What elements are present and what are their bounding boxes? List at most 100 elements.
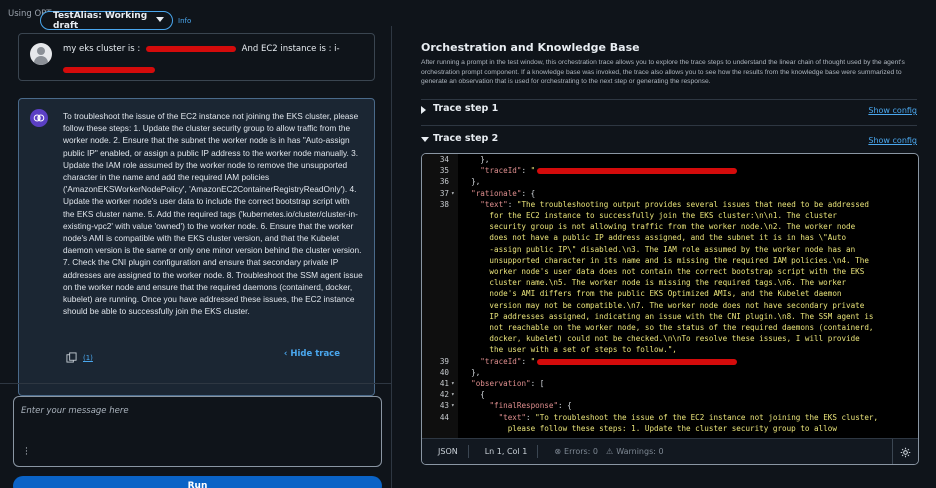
more-options-icon[interactable]: · · · bbox=[25, 445, 28, 460]
trace-step-1-show-config[interactable]: Show config bbox=[868, 106, 917, 115]
code-text: node's AMI differs from the public EKS O… bbox=[462, 289, 842, 299]
line-number: 34 bbox=[439, 155, 449, 164]
code-editor[interactable]: 34 }, 35 "traceId": " 36 }, 37 ▾ "rationale"… bbox=[421, 153, 919, 465]
agent-response-text: To troubleshoot the issue of the EC2 ins… bbox=[63, 111, 363, 317]
code-line: cluster name.\n5. The worker node is mis… bbox=[422, 277, 918, 288]
line-number: 36 bbox=[439, 177, 449, 187]
code-line: 38 "text": "The troubleshooting output p… bbox=[422, 199, 918, 210]
code-text: }, bbox=[462, 155, 490, 164]
trace-step-2-show-config[interactable]: Show config bbox=[868, 136, 917, 145]
code-line: unsupported character in its name and is… bbox=[422, 255, 918, 266]
fold-toggle-icon[interactable]: ▾ bbox=[451, 389, 455, 400]
divider bbox=[0, 383, 392, 384]
code-line: 35 "traceId": " bbox=[422, 165, 918, 176]
code-line: version may not be compatible.\n7. The w… bbox=[422, 300, 918, 311]
agent-actions: (1) bbox=[66, 348, 93, 367]
code-line: IP addresses assigned, indicating an iss… bbox=[422, 311, 918, 322]
code-line: 40 }, bbox=[422, 367, 918, 378]
editor-status-bar: JSON Ln 1, Col 1 ⊗ Errors: 0 ⚠ Warnings:… bbox=[422, 438, 918, 464]
code-text: "finalResponse": { bbox=[489, 401, 572, 411]
errors-indicator[interactable]: ⊗ Errors: 0 bbox=[554, 447, 598, 456]
line-number: 38 bbox=[439, 199, 449, 209]
code-text: "traceId": " bbox=[462, 356, 738, 367]
cursor-position: Ln 1, Col 1 bbox=[484, 447, 528, 456]
line-number: 42 bbox=[439, 390, 449, 400]
line-number: 43 bbox=[439, 401, 449, 411]
user-message-middle: And EC2 instance is : i- bbox=[241, 44, 340, 54]
hide-trace-button[interactable]: ‹ Hide trace bbox=[284, 349, 340, 359]
code-text: the user with a set of steps to follow."… bbox=[462, 345, 677, 355]
user-message-prefix: my eks cluster is : bbox=[63, 44, 141, 54]
warnings-indicator[interactable]: ⚠ Warnings: 0 bbox=[606, 447, 664, 456]
errors-label: Errors: 0 bbox=[564, 447, 599, 456]
chevron-down-icon bbox=[156, 17, 164, 22]
settings-gear-icon[interactable] bbox=[892, 439, 918, 464]
code-text: security group is not allowing traffic f… bbox=[462, 222, 856, 232]
code-text: unsupported character in its name and is… bbox=[462, 255, 869, 265]
code-line: for the EC2 instance to successfully joi… bbox=[422, 210, 918, 221]
code-line: not reachable on the worker node, so the… bbox=[422, 322, 918, 333]
trace-step-1-header[interactable]: Trace step 1 Show config bbox=[421, 103, 917, 117]
code-text: "text": "To troubleshoot the issue of th… bbox=[498, 412, 879, 422]
code-text: "rationale": { bbox=[471, 188, 536, 198]
user-message-line: my eks cluster is : And EC2 instance is … bbox=[63, 44, 340, 54]
line-number: 44 bbox=[439, 412, 449, 422]
fold-toggle-icon[interactable]: ▾ bbox=[451, 378, 455, 389]
code-area[interactable]: 34 }, 35 "traceId": " 36 }, 37 ▾ "rationale"… bbox=[422, 154, 918, 438]
fold-toggle-icon[interactable]: ▾ bbox=[451, 188, 455, 199]
error-icon: ⊗ bbox=[554, 447, 562, 456]
code-line: 36 }, bbox=[422, 176, 918, 187]
code-text: "observation": [ bbox=[471, 379, 545, 388]
language-indicator[interactable]: JSON bbox=[438, 447, 458, 456]
trace-step-2-header[interactable]: Trace step 2 Show config bbox=[421, 133, 917, 147]
line-number: 39 bbox=[439, 356, 449, 366]
agent-message: To troubleshoot the issue of the EC2 ins… bbox=[18, 98, 375, 396]
code-line: 37 ▾ "rationale": { bbox=[422, 188, 918, 199]
user-avatar-icon bbox=[30, 43, 52, 65]
trace-panel: Orchestration and Knowledge Base After r… bbox=[398, 26, 936, 488]
message-input-placeholder: Enter your message here bbox=[21, 406, 129, 416]
fold-toggle-icon[interactable]: ▾ bbox=[451, 400, 455, 411]
redaction-mark bbox=[537, 168, 738, 175]
code-line: 34 }, bbox=[422, 154, 918, 165]
code-line: security group is not allowing traffic f… bbox=[422, 221, 918, 232]
divider bbox=[421, 99, 917, 100]
sources-link[interactable]: (1) bbox=[83, 354, 93, 362]
code-text: does not have a public IP address assign… bbox=[462, 233, 847, 243]
code-line: 39 "traceId": " bbox=[422, 356, 918, 367]
user-message: my eks cluster is : And EC2 instance is … bbox=[18, 33, 375, 81]
redaction-mark bbox=[63, 66, 155, 73]
code-text: not reachable on the worker node, so the… bbox=[462, 323, 874, 332]
code-line: does not have a public IP address assign… bbox=[422, 232, 918, 243]
code-text: cluster name.\n5. The worker node is mis… bbox=[462, 278, 847, 288]
warning-icon: ⚠ bbox=[606, 447, 614, 456]
code-text: for the EC2 instance to successfully joi… bbox=[462, 211, 837, 220]
caret-right-icon bbox=[421, 106, 426, 114]
redaction-mark bbox=[145, 45, 236, 52]
chat-panel: my eks cluster is : And EC2 instance is … bbox=[0, 26, 392, 488]
divider bbox=[421, 125, 917, 126]
code-text: "text": "The troubleshooting output prov… bbox=[480, 199, 869, 209]
trace-step-2-label: Trace step 2 bbox=[433, 133, 499, 144]
code-text: IP addresses assigned, indicating an iss… bbox=[462, 311, 874, 321]
line-number: 37 bbox=[439, 188, 449, 198]
code-line: 41 ▾ "observation": [ bbox=[422, 378, 918, 389]
message-input[interactable]: Enter your message here · · · bbox=[13, 396, 382, 467]
code-text: worker node's user data does not contain… bbox=[462, 267, 865, 276]
code-line: the user with a set of steps to follow."… bbox=[422, 344, 918, 355]
line-number: 35 bbox=[439, 166, 449, 176]
code-line: 42 ▾ { bbox=[422, 389, 918, 400]
code-text: }, bbox=[462, 367, 481, 377]
code-line: 44 "text": "To troubleshoot the issue of… bbox=[422, 412, 918, 423]
info-link[interactable]: Info bbox=[178, 17, 191, 25]
user-message-line-2 bbox=[63, 59, 155, 78]
code-text: please follow these steps: 1. Update the… bbox=[462, 423, 837, 433]
divider bbox=[467, 445, 469, 458]
code-line: node's AMI differs from the public EKS O… bbox=[422, 288, 918, 299]
code-text: }, bbox=[462, 177, 481, 187]
copy-icon[interactable] bbox=[66, 348, 77, 367]
run-button[interactable]: Run bbox=[13, 476, 382, 488]
code-text: { bbox=[462, 390, 485, 400]
agent-brain-icon bbox=[30, 109, 48, 127]
code-line: -assign public IP\" disabled.\n3. The IA… bbox=[422, 244, 918, 255]
